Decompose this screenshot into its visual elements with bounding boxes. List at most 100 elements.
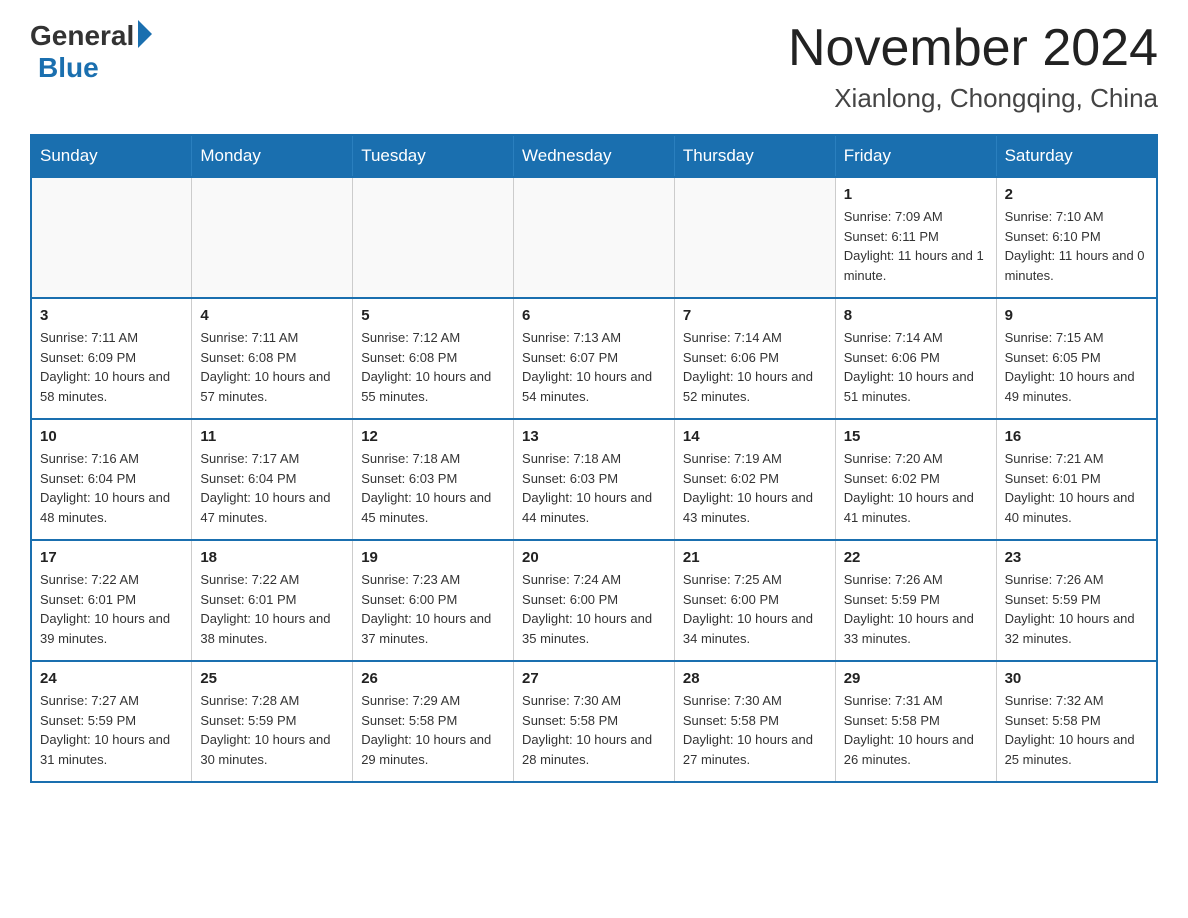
day-info: Sunrise: 7:14 AMSunset: 6:06 PMDaylight:… [683,328,827,406]
day-info: Sunrise: 7:11 AMSunset: 6:09 PMDaylight:… [40,328,183,406]
calendar-cell: 15 Sunrise: 7:20 AMSunset: 6:02 PMDayligh… [835,419,996,540]
calendar-cell [674,177,835,298]
calendar-cell: 3Sunrise: 7:11 AMSunset: 6:09 PMDaylight… [31,298,192,419]
calendar-cell: 4 Sunrise: 7:11 AMSunset: 6:08 PMDaylight… [192,298,353,419]
month-title: November 2024 [788,20,1158,77]
day-info: Sunrise: 7:23 AMSunset: 6:00 PMDaylight:… [361,570,505,648]
day-number: 2 [1005,186,1148,203]
calendar-cell: 23 Sunrise: 7:26 AMSunset: 5:59 PMDayligh… [996,540,1157,661]
calendar-cell: 29 Sunrise: 7:31 AMSunset: 5:58 PMDayligh… [835,661,996,782]
calendar-cell: 26 Sunrise: 7:29 AMSunset: 5:58 PMDayligh… [353,661,514,782]
day-number: 23 [1005,549,1148,566]
day-number: 21 [683,549,827,566]
calendar-day-header: Monday [192,135,353,177]
calendar-cell: 20 Sunrise: 7:24 AMSunset: 6:00 PMDayligh… [514,540,675,661]
day-info: Sunrise: 7:17 AMSunset: 6:04 PMDaylight:… [200,449,344,527]
day-info: Sunrise: 7:13 AMSunset: 6:07 PMDaylight:… [522,328,666,406]
day-number: 11 [200,428,344,445]
day-info: Sunrise: 7:19 AMSunset: 6:02 PMDaylight:… [683,449,827,527]
logo-blue-text: Blue [38,52,99,84]
day-number: 10 [40,428,183,445]
day-number: 6 [522,307,666,324]
day-number: 24 [40,670,183,687]
calendar-cell: 6 Sunrise: 7:13 AMSunset: 6:07 PMDaylight… [514,298,675,419]
calendar-cell: 9 Sunrise: 7:15 AMSunset: 6:05 PMDaylight… [996,298,1157,419]
calendar-day-header: Saturday [996,135,1157,177]
day-info: Sunrise: 7:26 AMSunset: 5:59 PMDaylight:… [844,570,988,648]
day-number: 25 [200,670,344,687]
day-number: 1 [844,186,988,203]
calendar-cell: 28Sunrise: 7:30 AMSunset: 5:58 PMDayligh… [674,661,835,782]
title-section: November 2024 Xianlong, Chongqing, China [788,20,1158,114]
day-number: 7 [683,307,827,324]
calendar-week-row: 3Sunrise: 7:11 AMSunset: 6:09 PMDaylight… [31,298,1157,419]
day-info: Sunrise: 7:24 AMSunset: 6:00 PMDaylight:… [522,570,666,648]
calendar-cell: 21 Sunrise: 7:25 AMSunset: 6:00 PMDayligh… [674,540,835,661]
day-number: 29 [844,670,988,687]
day-info: Sunrise: 7:22 AMSunset: 6:01 PMDaylight:… [40,570,183,648]
day-info: Sunrise: 7:18 AMSunset: 6:03 PMDaylight:… [361,449,505,527]
day-number: 15 [844,428,988,445]
calendar-day-header: Wednesday [514,135,675,177]
calendar-cell: 13Sunrise: 7:18 AMSunset: 6:03 PMDayligh… [514,419,675,540]
calendar-cell: 10Sunrise: 7:16 AMSunset: 6:04 PMDayligh… [31,419,192,540]
day-number: 20 [522,549,666,566]
day-number: 18 [200,549,344,566]
calendar-week-row: 1 Sunrise: 7:09 AMSunset: 6:11 PMDaylight… [31,177,1157,298]
day-info: Sunrise: 7:10 AMSunset: 6:10 PMDaylight:… [1005,207,1148,285]
day-number: 30 [1005,670,1148,687]
day-info: Sunrise: 7:30 AMSunset: 5:58 PMDaylight:… [683,691,827,769]
logo: General Blue [30,20,152,84]
day-info: Sunrise: 7:22 AMSunset: 6:01 PMDaylight:… [200,570,344,648]
calendar-day-header: Sunday [31,135,192,177]
day-info: Sunrise: 7:26 AMSunset: 5:59 PMDaylight:… [1005,570,1148,648]
calendar-cell: 14 Sunrise: 7:19 AMSunset: 6:02 PMDayligh… [674,419,835,540]
day-info: Sunrise: 7:14 AMSunset: 6:06 PMDaylight:… [844,328,988,406]
day-number: 5 [361,307,505,324]
day-info: Sunrise: 7:31 AMSunset: 5:58 PMDaylight:… [844,691,988,769]
day-info: Sunrise: 7:32 AMSunset: 5:58 PMDaylight:… [1005,691,1148,769]
location-title: Xianlong, Chongqing, China [788,83,1158,114]
day-info: Sunrise: 7:18 AMSunset: 6:03 PMDaylight:… [522,449,666,527]
day-number: 9 [1005,307,1148,324]
calendar-cell: 12Sunrise: 7:18 AMSunset: 6:03 PMDayligh… [353,419,514,540]
day-info: Sunrise: 7:12 AMSunset: 6:08 PMDaylight:… [361,328,505,406]
day-info: Sunrise: 7:28 AMSunset: 5:59 PMDaylight:… [200,691,344,769]
calendar-cell: 30 Sunrise: 7:32 AMSunset: 5:58 PMDayligh… [996,661,1157,782]
day-info: Sunrise: 7:29 AMSunset: 5:58 PMDaylight:… [361,691,505,769]
logo-general-text: General [30,20,134,52]
day-number: 8 [844,307,988,324]
day-info: Sunrise: 7:15 AMSunset: 6:05 PMDaylight:… [1005,328,1148,406]
logo-arrow-icon [138,20,152,48]
day-info: Sunrise: 7:20 AMSunset: 6:02 PMDaylight:… [844,449,988,527]
day-number: 17 [40,549,183,566]
day-number: 4 [200,307,344,324]
calendar-cell: 27Sunrise: 7:30 AMSunset: 5:58 PMDayligh… [514,661,675,782]
calendar-cell: 22 Sunrise: 7:26 AMSunset: 5:59 PMDayligh… [835,540,996,661]
calendar-cell: 1 Sunrise: 7:09 AMSunset: 6:11 PMDaylight… [835,177,996,298]
calendar-day-header: Friday [835,135,996,177]
calendar-day-header: Tuesday [353,135,514,177]
calendar-week-row: 17 Sunrise: 7:22 AMSunset: 6:01 PMDayligh… [31,540,1157,661]
calendar-cell [192,177,353,298]
calendar-day-header: Thursday [674,135,835,177]
day-number: 19 [361,549,505,566]
calendar-table: SundayMondayTuesdayWednesdayThursdayFrid… [30,134,1158,783]
calendar-cell: 2 Sunrise: 7:10 AMSunset: 6:10 PMDaylight… [996,177,1157,298]
day-info: Sunrise: 7:09 AMSunset: 6:11 PMDaylight:… [844,207,988,285]
calendar-cell: 18 Sunrise: 7:22 AMSunset: 6:01 PMDayligh… [192,540,353,661]
day-info: Sunrise: 7:25 AMSunset: 6:00 PMDaylight:… [683,570,827,648]
day-info: Sunrise: 7:21 AMSunset: 6:01 PMDaylight:… [1005,449,1148,527]
day-number: 16 [1005,428,1148,445]
calendar-header-row: SundayMondayTuesdayWednesdayThursdayFrid… [31,135,1157,177]
day-number: 22 [844,549,988,566]
day-info: Sunrise: 7:11 AMSunset: 6:08 PMDaylight:… [200,328,344,406]
day-number: 14 [683,428,827,445]
day-number: 26 [361,670,505,687]
day-number: 27 [522,670,666,687]
calendar-cell: 17 Sunrise: 7:22 AMSunset: 6:01 PMDayligh… [31,540,192,661]
page-header: General Blue November 2024 Xianlong, Cho… [30,20,1158,114]
calendar-cell: 11 Sunrise: 7:17 AMSunset: 6:04 PMDayligh… [192,419,353,540]
calendar-cell: 8 Sunrise: 7:14 AMSunset: 6:06 PMDaylight… [835,298,996,419]
calendar-cell: 25 Sunrise: 7:28 AMSunset: 5:59 PMDayligh… [192,661,353,782]
